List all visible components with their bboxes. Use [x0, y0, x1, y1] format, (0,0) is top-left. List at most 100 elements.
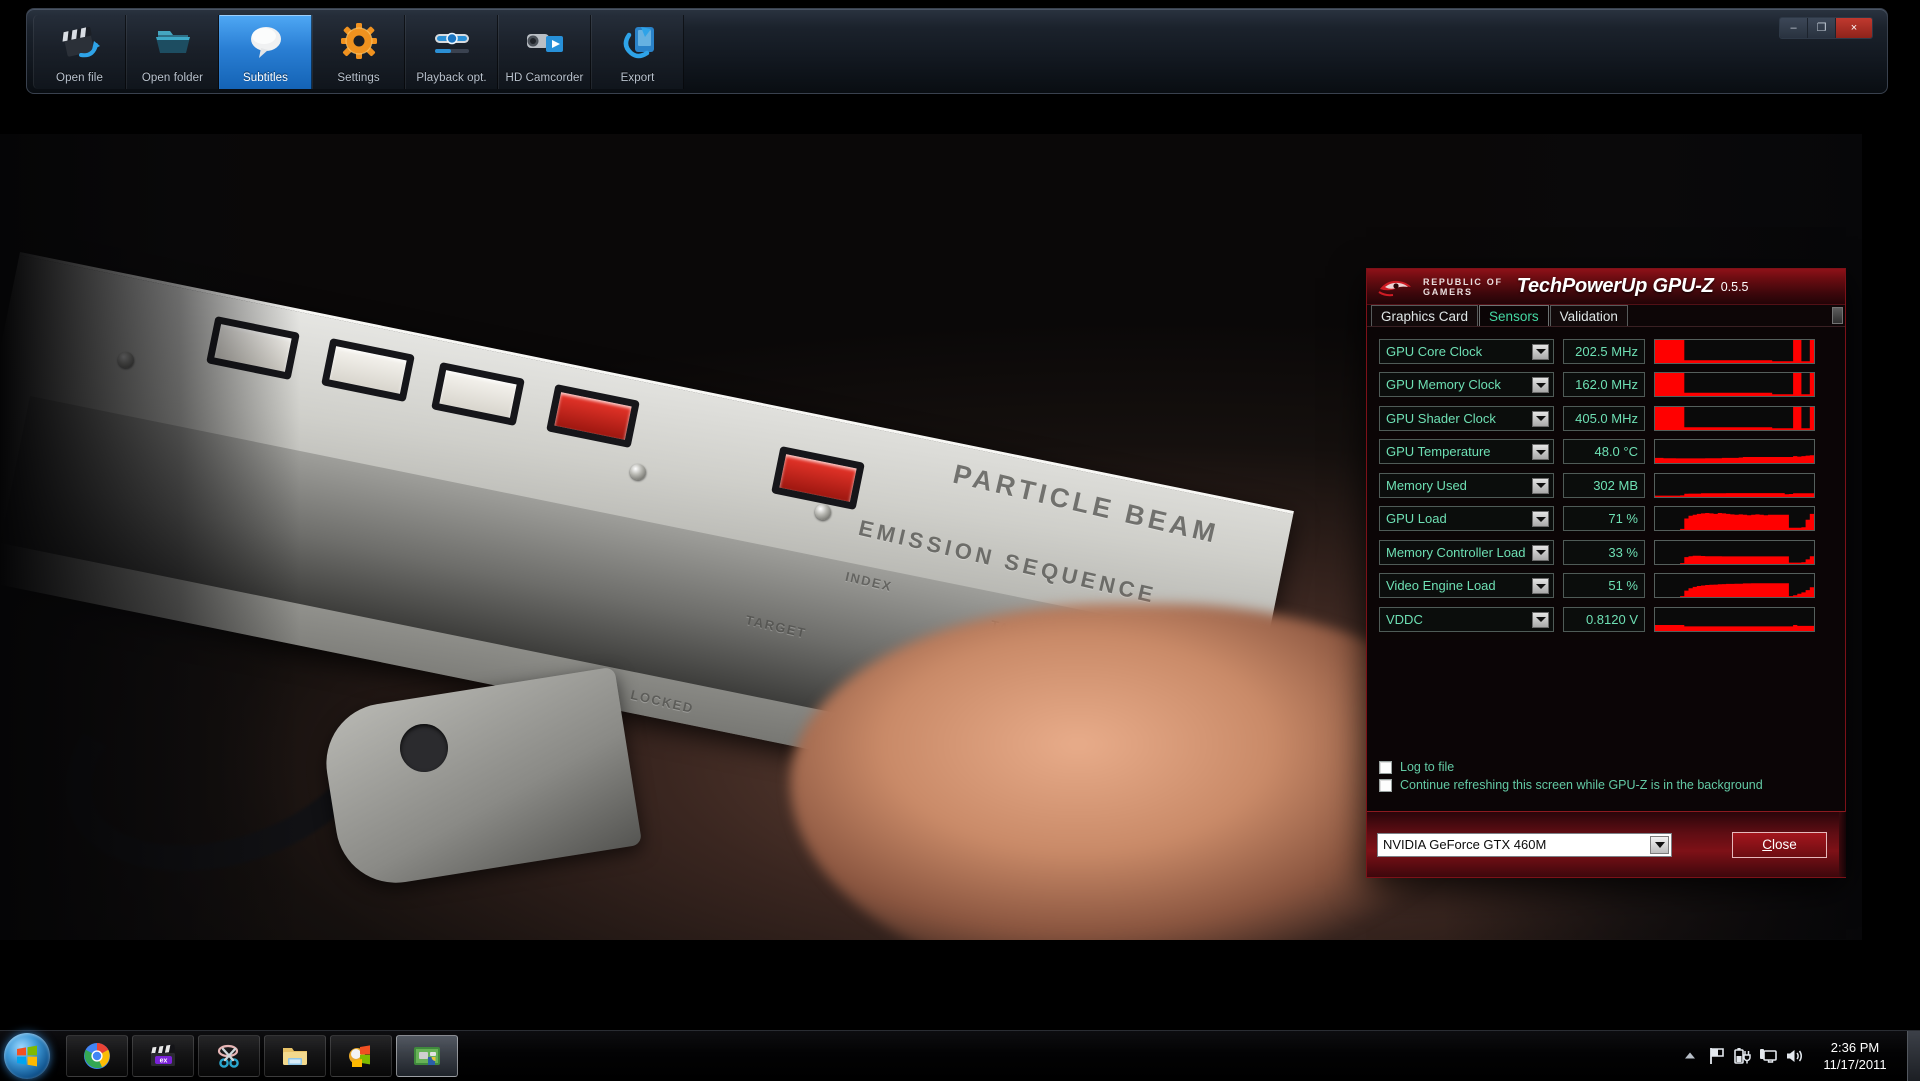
- system-tray: 2:36 PM 11/17/2011: [1677, 1031, 1920, 1081]
- chevron-down-icon[interactable]: [1532, 612, 1549, 628]
- gpuz-sensors-panel: GPU Core Clock 202.5 MHz GPU Memory Clock1…: [1367, 327, 1845, 802]
- sensor-name-label: Video Engine Load: [1386, 578, 1496, 593]
- action-center-flag-icon[interactable]: [1703, 1041, 1729, 1071]
- sensor-value: 33 %: [1563, 540, 1645, 565]
- sensor-row: Video Engine Load51 %: [1379, 572, 1837, 600]
- sensor-name-dropdown[interactable]: GPU Temperature: [1379, 439, 1554, 464]
- show-hidden-icons-button[interactable]: [1677, 1041, 1703, 1071]
- toolbar-button-label: Playback opt.: [406, 72, 497, 84]
- sensor-value: 48.0 °C: [1563, 439, 1645, 464]
- restore-button[interactable]: ❐: [1808, 18, 1836, 38]
- rog-brand-line1: REPUBLIC OF: [1423, 277, 1503, 287]
- chevron-down-icon[interactable]: [1532, 377, 1549, 393]
- sensor-value: 202.5 MHz: [1563, 339, 1645, 364]
- chevron-down-icon[interactable]: [1532, 545, 1549, 561]
- gpuz-close-button[interactable]: Close: [1732, 832, 1827, 858]
- toolbar-button-settings[interactable]: Settings: [312, 15, 405, 89]
- folder-icon: [150, 21, 196, 63]
- checkbox-log-to-file[interactable]: [1379, 761, 1392, 774]
- toolbar-button-playback-options[interactable]: Playback opt.: [405, 15, 498, 89]
- option-continue-refreshing[interactable]: Continue refreshing this screen while GP…: [1379, 778, 1763, 792]
- clock-time: 2:36 PM: [1807, 1039, 1903, 1056]
- show-desktop-button[interactable]: [1907, 1031, 1920, 1081]
- sensor-row: GPU Memory Clock162.0 MHz: [1379, 371, 1837, 399]
- clapper-ex-icon: ex: [148, 1041, 178, 1071]
- toolbar-button-export[interactable]: Export: [591, 15, 684, 89]
- gpuz-footer: NVIDIA GeForce GTX 460M Close: [1367, 811, 1845, 877]
- toolbar-button-hd-camcorder[interactable]: HD Camcorder: [498, 15, 591, 89]
- video-button-2: [325, 346, 411, 394]
- minimize-button[interactable]: –: [1780, 18, 1808, 38]
- toolbar-button-open-file[interactable]: Open file: [33, 15, 126, 89]
- clock-date: 11/17/2011: [1807, 1056, 1903, 1073]
- sensor-name-dropdown[interactable]: GPU Load: [1379, 506, 1554, 531]
- video-screw-2: [630, 464, 646, 480]
- gpu-selector-dropdown[interactable]: NVIDIA GeForce GTX 460M: [1377, 833, 1672, 857]
- sensor-value: 71 %: [1563, 506, 1645, 531]
- video-button-3: [435, 370, 521, 418]
- taskbar-clock[interactable]: 2:36 PM 11/17/2011: [1807, 1039, 1903, 1073]
- sensor-row-list: GPU Core Clock 202.5 MHz GPU Memory Clock1…: [1379, 337, 1837, 633]
- flag-icon: [1708, 1047, 1725, 1065]
- chevron-down-icon[interactable]: [1532, 478, 1549, 494]
- taskbar-item-converter[interactable]: ex: [132, 1035, 194, 1077]
- sensor-row: Memory Controller Load 33 %: [1379, 538, 1837, 566]
- tab-graphics-card[interactable]: Graphics Card: [1371, 305, 1478, 326]
- taskbar-item-explorer[interactable]: [264, 1035, 326, 1077]
- sensor-name-dropdown[interactable]: GPU Memory Clock: [1379, 372, 1554, 397]
- tab-bar-scrollbar[interactable]: [1832, 307, 1843, 324]
- volume-icon[interactable]: [1781, 1041, 1807, 1071]
- gpuz-right-edge: [1839, 812, 1846, 877]
- gear-icon: [336, 21, 382, 63]
- sensor-name-dropdown[interactable]: Memory Controller Load: [1379, 540, 1554, 565]
- sensor-name-dropdown[interactable]: GPU Shader Clock: [1379, 406, 1554, 431]
- window-controls: – ❐ ×: [1779, 17, 1873, 39]
- sensor-name-dropdown[interactable]: Memory Used: [1379, 473, 1554, 498]
- start-button[interactable]: [4, 1033, 50, 1079]
- sensor-row: Memory Used302 MB: [1379, 471, 1837, 499]
- gpuz-titlebar[interactable]: REPUBLIC OF GAMERS TechPowerUp GPU-Z 0.5…: [1367, 269, 1845, 305]
- rog-eye-logo-icon: [1377, 276, 1419, 298]
- taskbar-item-wmp[interactable]: [330, 1035, 392, 1077]
- taskbar-item-chrome[interactable]: [66, 1035, 128, 1077]
- gpu-selector-value: NVIDIA GeForce GTX 460M: [1378, 837, 1546, 852]
- toolbar-button-label: Open folder: [127, 72, 218, 84]
- chevron-down-icon[interactable]: [1532, 411, 1549, 427]
- clapperboard-icon: [57, 21, 103, 63]
- sensor-name-dropdown[interactable]: GPU Core Clock: [1379, 339, 1554, 364]
- tab-validation[interactable]: Validation: [1550, 305, 1628, 326]
- toolbar-button-subtitles[interactable]: Subtitles: [219, 15, 312, 89]
- sensor-history-graph: [1654, 372, 1815, 397]
- sensor-name-label: Memory Controller Load: [1386, 545, 1525, 560]
- sensor-name-label: GPU Shader Clock: [1386, 411, 1496, 426]
- sensor-history-graph: [1654, 406, 1815, 431]
- power-battery-icon[interactable]: [1729, 1041, 1755, 1071]
- sensor-name-dropdown[interactable]: Video Engine Load: [1379, 573, 1554, 598]
- network-icon[interactable]: [1755, 1041, 1781, 1071]
- sensor-history-graph: [1654, 506, 1815, 531]
- option-log-to-file[interactable]: Log to file: [1379, 760, 1763, 774]
- chevron-down-icon[interactable]: [1532, 578, 1549, 594]
- chevron-down-icon[interactable]: [1532, 511, 1549, 527]
- gpuz-version-label: 0.5.5: [1721, 280, 1749, 294]
- taskbar-item-snipping[interactable]: [198, 1035, 260, 1077]
- toolbar-button-label: Export: [592, 72, 683, 84]
- toolbar-button-open-folder[interactable]: Open folder: [126, 15, 219, 89]
- sensor-name-dropdown[interactable]: VDDC: [1379, 607, 1554, 632]
- sensor-name-label: GPU Load: [1386, 511, 1447, 526]
- svg-text:ex: ex: [160, 1057, 168, 1064]
- taskbar-item-gpuz[interactable]: [396, 1035, 458, 1077]
- checkbox-continue-refreshing[interactable]: [1379, 779, 1392, 792]
- sliders-icon: [429, 21, 475, 63]
- sensor-history-graph: [1654, 439, 1815, 464]
- toolbar-button-strip: Open file Open folder Subtitles: [33, 15, 684, 89]
- sensor-row: GPU Shader Clock405.0 MHz: [1379, 404, 1837, 432]
- tab-sensors[interactable]: Sensors: [1479, 305, 1549, 326]
- chevron-down-icon[interactable]: [1532, 344, 1549, 360]
- media-player-window: Open file Open folder Subtitles: [0, 0, 1920, 1030]
- chevron-down-icon[interactable]: [1532, 444, 1549, 460]
- sensor-history-graph: [1654, 473, 1815, 498]
- chevron-down-icon[interactable]: [1650, 836, 1669, 854]
- chrome-icon: [82, 1041, 112, 1071]
- close-button[interactable]: ×: [1836, 18, 1872, 38]
